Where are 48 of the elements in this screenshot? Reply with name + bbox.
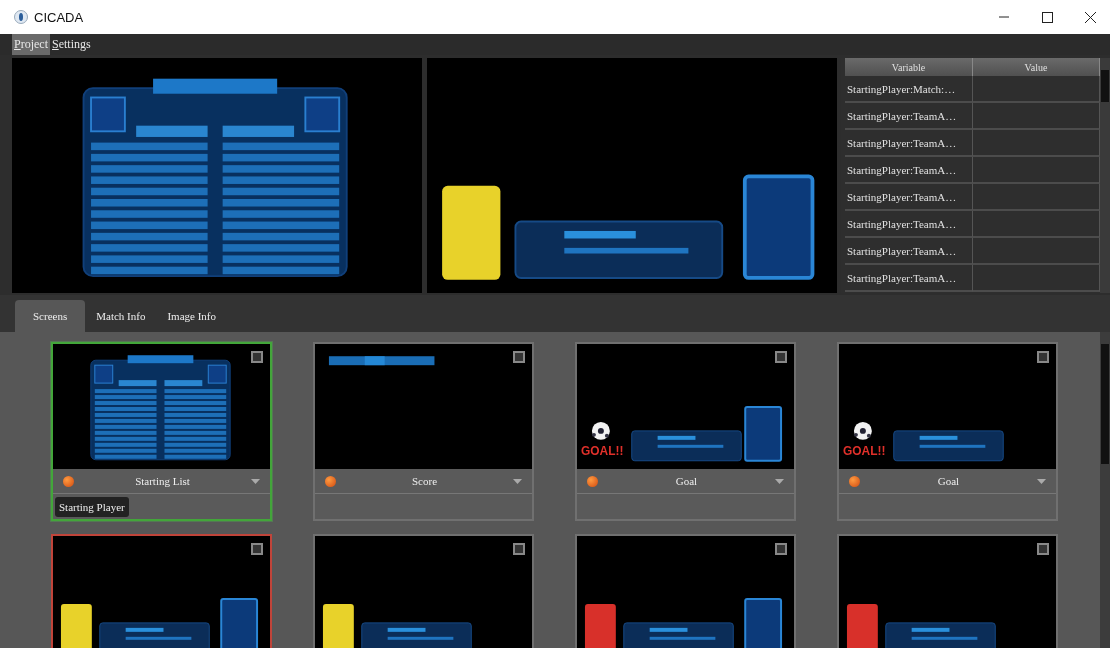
table-cell: StartingPlayer:TeamA… bbox=[845, 184, 973, 211]
table-cell: StartingPlayer:TeamA… bbox=[845, 130, 973, 157]
table-cell: StartingPlayer:TeamA… bbox=[845, 157, 973, 184]
screen-name: Starting List bbox=[134, 475, 191, 487]
menu-item[interactable]: Project bbox=[12, 34, 50, 55]
screen-card[interactable]: Starting List Starting Player bbox=[51, 342, 272, 521]
screen-card[interactable]: GOAL!! Goal bbox=[837, 342, 1058, 521]
goal-caption: GOAL!! bbox=[581, 443, 624, 458]
window-title: CICADA bbox=[34, 9, 84, 25]
column-header[interactable]: Variable bbox=[845, 58, 973, 76]
soccer-ball-icon bbox=[853, 421, 872, 440]
screen-card[interactable]: GOAL!! Goal bbox=[575, 342, 796, 521]
checkbox[interactable] bbox=[251, 351, 263, 363]
tab[interactable]: Image Info bbox=[156, 300, 227, 332]
checkbox[interactable] bbox=[251, 543, 263, 555]
status-dot-icon bbox=[325, 475, 336, 487]
table-cell: StartingPlayer:TeamA… bbox=[845, 238, 973, 265]
status-dot-icon bbox=[849, 475, 860, 487]
checkbox[interactable] bbox=[775, 543, 787, 555]
status-dot-icon bbox=[587, 475, 598, 487]
tag[interactable]: Starting Player bbox=[55, 497, 129, 517]
screen-name: Goal bbox=[936, 475, 961, 487]
table-cell: StartingPlayer:Match:… bbox=[845, 76, 973, 103]
caret-icon[interactable] bbox=[1037, 478, 1046, 484]
scrollbar[interactable] bbox=[1100, 332, 1110, 648]
tab[interactable]: Screens bbox=[15, 300, 86, 332]
screen-card[interactable]: Score bbox=[313, 342, 534, 521]
tab[interactable]: Match Info bbox=[85, 300, 157, 332]
caret-icon[interactable] bbox=[513, 478, 522, 484]
table-cell: StartingPlayer:TeamA… bbox=[845, 103, 973, 130]
checkbox[interactable] bbox=[775, 351, 787, 363]
app-logo-icon bbox=[14, 10, 28, 24]
goal-caption: GOAL!! bbox=[843, 443, 886, 458]
checkbox[interactable] bbox=[513, 543, 525, 555]
column-header[interactable]: Value bbox=[973, 58, 1100, 76]
status-dot-icon bbox=[63, 475, 74, 487]
scrollbar[interactable] bbox=[1100, 58, 1110, 293]
table-cell: StartingPlayer:TeamA… bbox=[845, 211, 973, 238]
screen-name: Score bbox=[410, 475, 438, 487]
caret-icon[interactable] bbox=[775, 478, 784, 484]
checkbox[interactable] bbox=[1037, 351, 1049, 363]
checkbox[interactable] bbox=[1037, 543, 1049, 555]
caret-icon[interactable] bbox=[251, 478, 260, 484]
soccer-ball-icon bbox=[591, 421, 610, 440]
checkbox[interactable] bbox=[513, 351, 525, 363]
menu-item[interactable]: Settings bbox=[50, 34, 93, 55]
screen-name: Goal bbox=[674, 475, 699, 487]
table-cell: StartingPlayer:TeamA… bbox=[845, 265, 973, 292]
